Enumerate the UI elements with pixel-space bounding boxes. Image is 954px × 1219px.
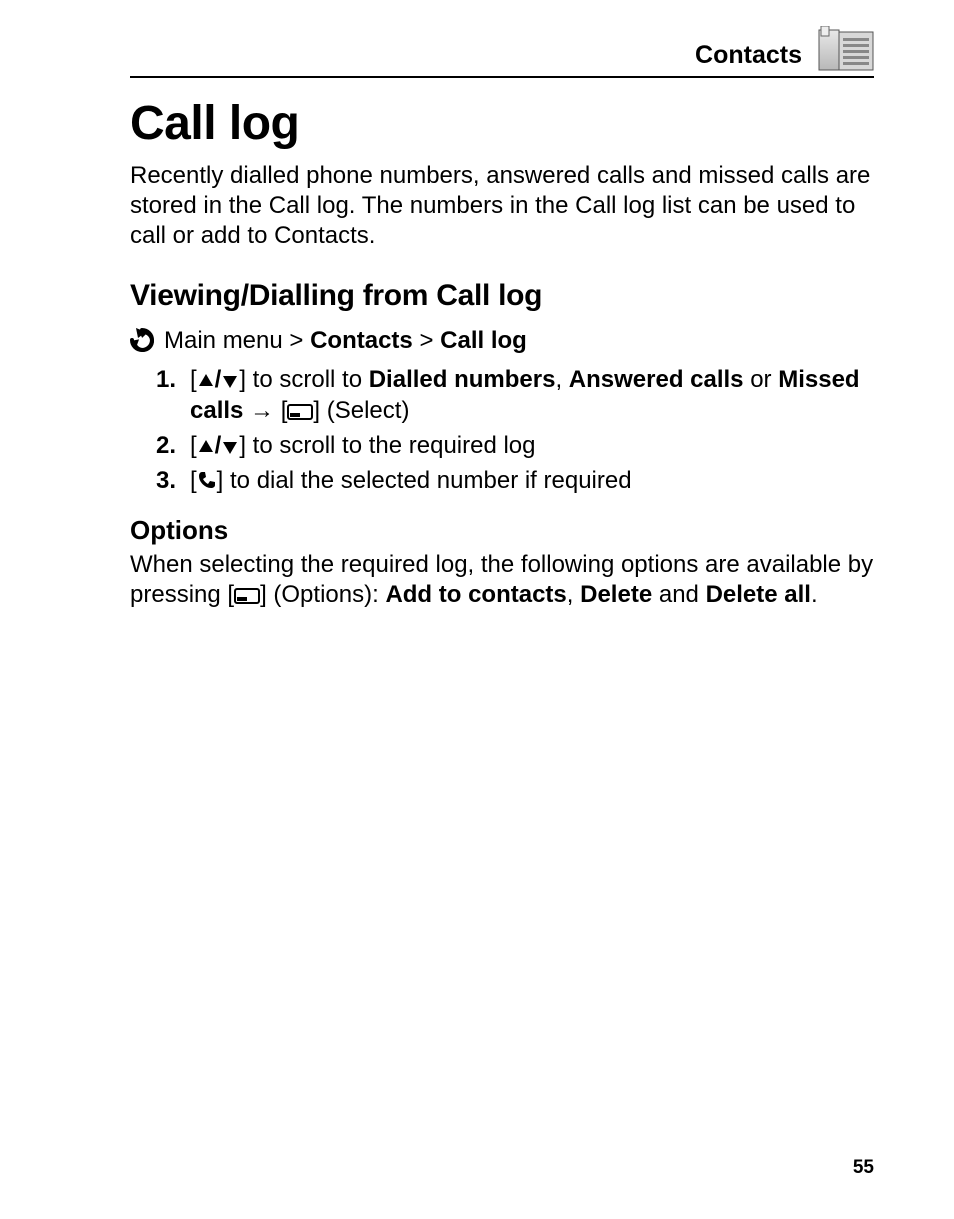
text: [ [190, 467, 197, 494]
text: ] to dial the selected number if require… [217, 467, 632, 494]
breadcrumb: Main menu > Contacts > Call log [130, 327, 874, 356]
up-triangle-icon [197, 433, 215, 451]
text: or [744, 366, 779, 393]
bold-text: Answered calls [569, 366, 744, 393]
text: and [652, 581, 705, 608]
text: ] (Select) [313, 397, 409, 424]
step-number: 1. [138, 364, 190, 395]
breadcrumb-text: Main menu > Contacts > Call log [164, 327, 527, 356]
step-body: [/] to scroll to Dialled numbers, Answer… [190, 364, 874, 426]
intro-paragraph: Recently dialled phone numbers, answered… [130, 161, 874, 251]
breadcrumb-root: Main menu [164, 327, 283, 354]
step-body: [/] to scroll to the required log [190, 430, 874, 461]
text: ] (Options): [260, 581, 385, 608]
down-triangle-icon [221, 433, 239, 451]
page-header: Contacts [130, 40, 874, 78]
text: [ [190, 366, 197, 393]
breadcrumb-contacts: Contacts [310, 327, 413, 354]
step-body: [ ] to dial the selected number if requir… [190, 465, 874, 496]
page-title: Call log [130, 96, 874, 151]
bold-text: Delete [580, 581, 652, 608]
options-paragraph: When selecting the required log, the fol… [130, 550, 874, 611]
breadcrumb-sep: > [289, 327, 303, 354]
header-section-label: Contacts [695, 41, 802, 70]
text: ] to scroll to [239, 366, 368, 393]
page-number: 55 [853, 1157, 874, 1179]
bold-text: Delete all [706, 581, 811, 608]
bold-text: Add to contacts [385, 581, 566, 608]
text: , [567, 581, 580, 608]
step-1: 1. [/] to scroll to Dialled numbers, Ans… [138, 364, 874, 426]
step-number: 2. [138, 430, 190, 461]
softkey-icon [287, 398, 313, 416]
up-triangle-icon [197, 367, 215, 385]
softkey-icon [234, 583, 260, 601]
text: . [811, 581, 818, 608]
bold-text: Dialled numbers [369, 366, 556, 393]
text: ] to scroll to the required log [239, 432, 535, 459]
step-list: 1. [/] to scroll to Dialled numbers, Ans… [138, 364, 874, 497]
call-icon [197, 467, 217, 487]
step-3: 3. [ ] to dial the selected number if req… [138, 465, 874, 496]
text: , [555, 366, 568, 393]
breadcrumb-sep: > [419, 327, 433, 354]
goto-arrow-icon [130, 328, 156, 354]
breadcrumb-call-log: Call log [440, 327, 527, 354]
text: [ [190, 432, 197, 459]
down-triangle-icon [221, 367, 239, 385]
step-number: 3. [138, 465, 190, 496]
options-heading: Options [130, 515, 874, 546]
section-heading: Viewing/Dialling from Call log [130, 279, 874, 313]
step-2: 2. [/] to scroll to the required log [138, 430, 874, 461]
contacts-page-icon [818, 26, 874, 72]
text: → [ [243, 397, 287, 424]
